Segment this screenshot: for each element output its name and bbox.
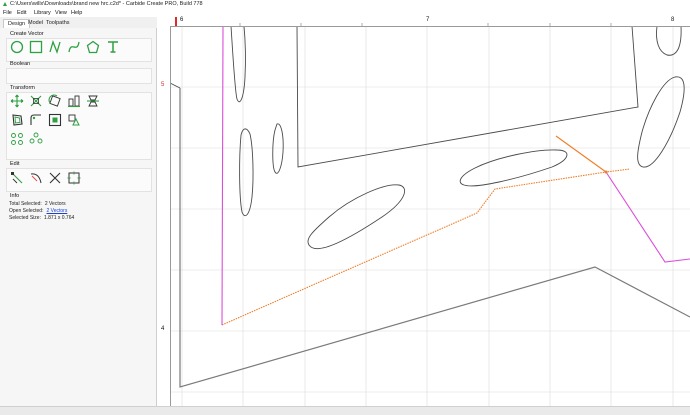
menu-edit[interactable]: Edit	[17, 10, 26, 16]
ruler-label-7: 7	[426, 17, 430, 23]
vector-top-right-slot[interactable]	[656, 25, 682, 56]
offset-icon[interactable]	[10, 113, 24, 127]
menu-view[interactable]: View	[55, 10, 67, 16]
info-total-selected-value: 2 Vectors	[44, 201, 66, 207]
selected-vector-magenta-right[interactable]	[605, 171, 690, 263]
fillet-icon[interactable]	[29, 113, 43, 127]
info-open-selected-label: Open Selected:	[9, 208, 44, 214]
circle-array-icon[interactable]	[10, 132, 24, 146]
polygon-icon[interactable]	[86, 40, 100, 54]
selected-vector-magenta-left[interactable]	[221, 25, 224, 326]
ruler-label-5: 5	[161, 82, 165, 88]
grid-lines	[170, 26, 690, 406]
boolean-section	[6, 68, 152, 84]
selected-vector-orange-branch[interactable]	[555, 135, 607, 173]
section-title-info: Info	[10, 193, 20, 199]
text-icon[interactable]	[106, 40, 120, 54]
cut-icon[interactable]	[48, 171, 62, 185]
info-selected-size-label: Selected Size:	[9, 215, 41, 221]
info-selected-size: Selected Size: 1.871 x 0.764	[9, 215, 74, 221]
selected-vector-orange[interactable]	[221, 168, 631, 326]
app-logo-icon	[3, 2, 7, 6]
menu-library[interactable]: Library	[34, 10, 51, 16]
mirror-icon[interactable]	[86, 94, 100, 108]
tab-toolpaths[interactable]: Toolpaths	[42, 19, 74, 27]
circle-icon[interactable]	[10, 40, 24, 54]
ruler-label-4: 4	[161, 326, 165, 332]
menu-help[interactable]: Help	[71, 10, 82, 16]
vector-slot-left[interactable]	[239, 128, 254, 217]
inset-icon[interactable]	[48, 113, 62, 127]
polyline-icon[interactable]	[48, 40, 62, 54]
node-edit-icon[interactable]	[10, 171, 24, 185]
section-title-edit: Edit	[10, 161, 20, 167]
section-title-transform: Transform	[10, 85, 35, 91]
menu-file[interactable]: File	[3, 10, 12, 16]
vector-ellipse-left[interactable]	[307, 184, 406, 250]
design-panel: Create Vector Boolean Transform Edit Inf…	[0, 28, 157, 406]
grid-array-icon[interactable]	[29, 132, 43, 146]
title-bar: C:\Users\willx\Downloads\brand new hrc.c…	[0, 0, 690, 9]
info-total-selected-label: Total Selected:	[9, 201, 42, 207]
move-icon[interactable]	[10, 94, 24, 108]
rotate-icon[interactable]	[48, 94, 62, 108]
info-total-selected: Total Selected: 2 Vectors	[9, 201, 66, 207]
curve-icon[interactable]	[67, 40, 81, 54]
ruler-label-8: 8	[671, 17, 675, 23]
ruler-label-6: 6	[180, 17, 184, 23]
section-title-boolean: Boolean	[10, 61, 31, 67]
window-title: C:\Users\willx\Downloads\brand new hrc.c…	[10, 1, 203, 7]
rectangle-icon[interactable]	[29, 40, 43, 54]
vector-drawing[interactable]	[157, 17, 690, 406]
ruler-vertical: 5 4	[157, 26, 171, 406]
align-icon[interactable]	[67, 94, 81, 108]
design-canvas[interactable]	[157, 17, 690, 406]
vector-slot-mid[interactable]	[272, 123, 284, 174]
info-open-selected: Open Selected: 2 Vectors	[9, 208, 67, 214]
scale-icon[interactable]	[29, 94, 43, 108]
menu-bar: File Edit Library View Help	[0, 9, 690, 17]
vector-ellipse-right[interactable]	[637, 76, 685, 168]
mode-tabs: Design Model Toolpaths	[0, 18, 156, 28]
trim-icon[interactable]	[67, 113, 81, 127]
section-title-create-vector: Create Vector	[10, 31, 44, 37]
info-selected-size-value: 1.871 x 0.764	[43, 215, 75, 221]
ruler-ticks-horizontal	[175, 17, 612, 26]
vector-outline-main[interactable]	[179, 88, 690, 388]
node-handle[interactable]	[604, 170, 608, 174]
vector-panel-shape[interactable]	[296, 25, 639, 168]
ruler-horizontal: 6 7 8	[170, 17, 690, 27]
info-open-selected-link[interactable]: 2 Vectors	[46, 208, 67, 214]
rect-select-icon[interactable]	[67, 171, 81, 185]
smooth-icon[interactable]	[29, 171, 43, 185]
